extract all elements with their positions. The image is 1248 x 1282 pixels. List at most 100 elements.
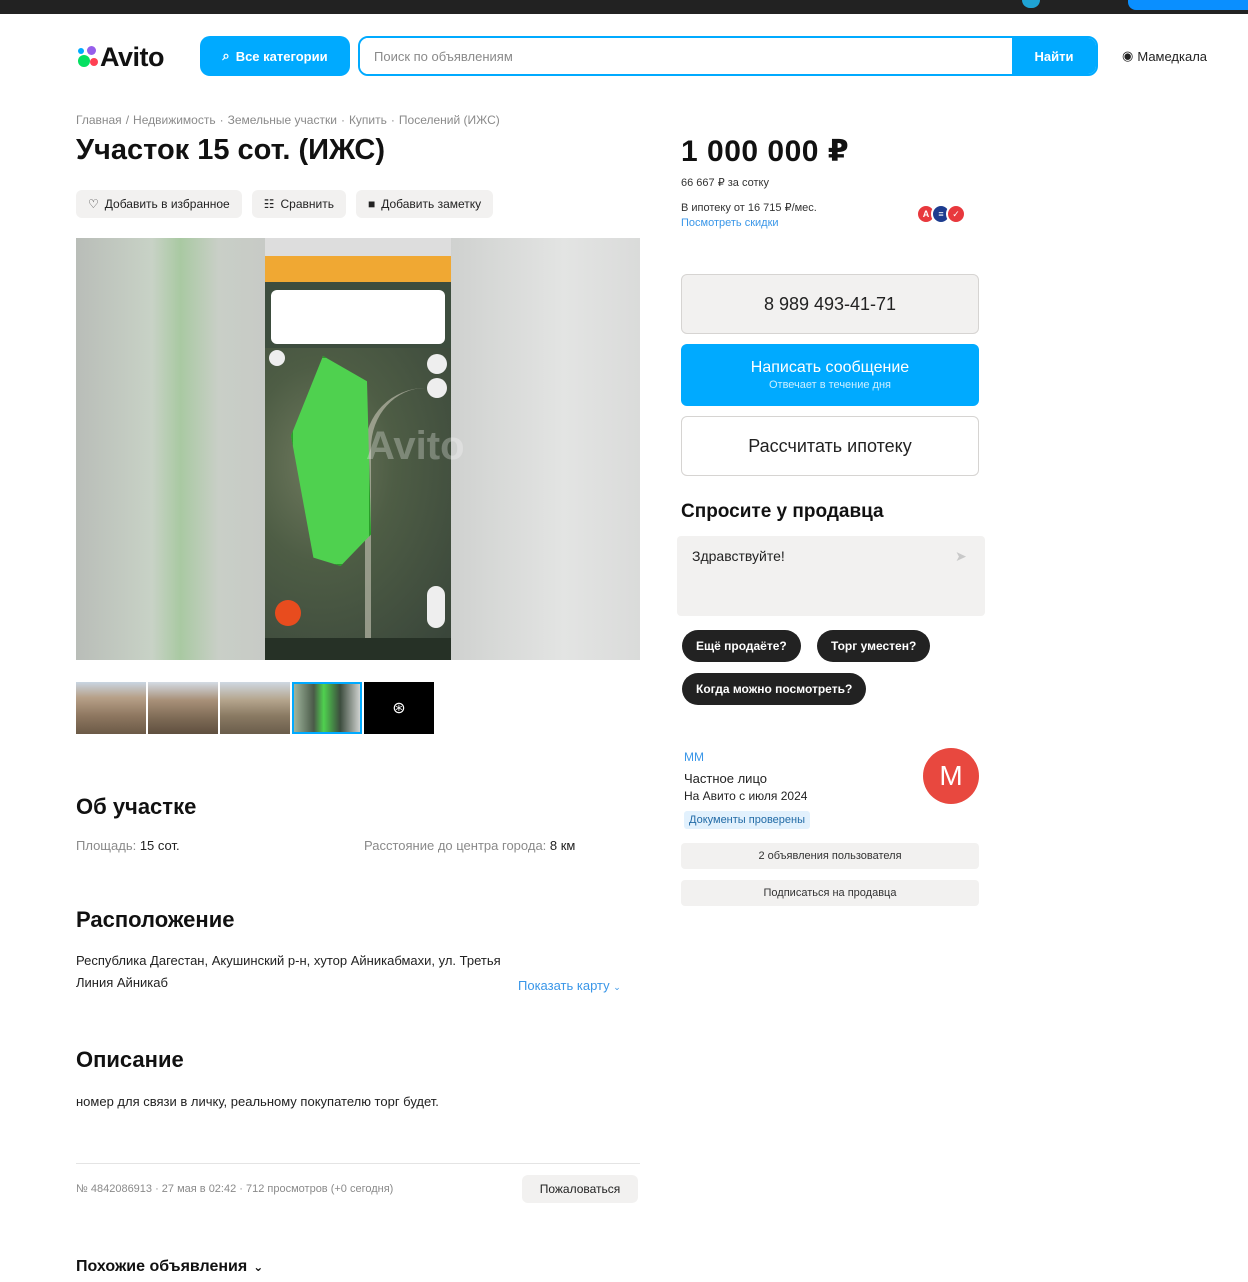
all-categories-button[interactable]: ⌕ Все категории — [200, 36, 350, 76]
breadcrumb-item[interactable]: Купить — [349, 113, 387, 127]
thumbnail[interactable] — [220, 682, 290, 734]
zoom-control-icon — [427, 586, 445, 628]
breadcrumb-separator: · — [219, 113, 224, 127]
bank-logo-icon: ✓ — [946, 204, 966, 224]
area-value: 15 сот. — [139, 838, 180, 853]
price: 1 000 000 ₽ — [681, 135, 850, 168]
top-indicator-icon — [1022, 0, 1040, 8]
breadcrumb-item[interactable]: Земельные участки — [228, 113, 337, 127]
seller-listings-button[interactable]: 2 объявления пользователя — [681, 843, 979, 869]
chevron-down-icon: ⌄ — [253, 1260, 264, 1274]
search-bar: Найти — [358, 36, 1098, 76]
description-text: номер для связи в личку, реальному покуп… — [76, 1094, 439, 1109]
subscribe-seller-button[interactable]: Подписаться на продавца — [681, 880, 979, 906]
param-distance: Расстояние до центра города: 8 км — [364, 838, 575, 853]
fullscreen-icon — [427, 378, 447, 398]
avatar[interactable]: M — [923, 748, 979, 804]
find-button[interactable]: Найти — [1012, 38, 1096, 74]
page-title: Участок 15 сот. (ИЖС) — [76, 134, 386, 166]
param-area: Площадь: 15 сот. — [76, 838, 180, 853]
compare-label: Сравнить — [280, 197, 334, 211]
compare-button[interactable]: ☷ Сравнить — [251, 190, 346, 218]
thumbnail-more[interactable]: ⊛ — [364, 682, 434, 734]
seller-since: На Авито с июля 2024 — [684, 789, 808, 803]
site-header: Avito ⌕ Все категории Найти ◉ Мамедкала — [76, 36, 1226, 78]
compass-icon — [269, 350, 285, 366]
price-per-sotka: 66 667 ₽ за сотку — [681, 177, 769, 189]
description-heading: Описание — [76, 1047, 184, 1072]
bank-logos: А ≡ ✓ — [916, 204, 966, 224]
browser-top-strip — [0, 0, 1248, 14]
area-label: Площадь: — [76, 838, 137, 853]
camera-icon: ⊛ — [392, 700, 406, 717]
favorites-label: Добавить в избранное — [104, 197, 230, 211]
phone-app-bar — [265, 256, 451, 282]
send-icon[interactable]: ➤ — [955, 548, 967, 565]
avito-watermark: Avito — [366, 424, 465, 468]
phone-info-card — [271, 290, 445, 344]
note-label: Добавить заметку — [381, 197, 482, 211]
ask-seller-input[interactable] — [677, 536, 985, 616]
logo-dots-icon — [76, 44, 98, 70]
location-label: Мамедкала — [1137, 48, 1208, 64]
calculate-mortgage-button[interactable]: Рассчитать ипотеку — [681, 416, 979, 476]
thumbnail[interactable] — [148, 682, 218, 734]
quick-question-chip[interactable]: Когда можно посмотреть? — [682, 673, 867, 705]
breadcrumb-separator: · — [390, 113, 395, 127]
search-icon: ⌕ — [222, 48, 230, 63]
report-button[interactable]: Пожаловаться — [522, 1175, 638, 1203]
location-pin-icon: ◉ — [1122, 48, 1134, 63]
location-selector[interactable]: ◉ Мамедкала — [1122, 48, 1207, 64]
listing-actions: ♡ Добавить в избранное ☷ Сравнить ■ Доба… — [76, 190, 494, 218]
thumbnail-active[interactable] — [292, 682, 362, 734]
thumbnail[interactable] — [76, 682, 146, 734]
about-heading: Об участке — [76, 794, 197, 819]
add-note-button[interactable]: ■ Добавить заметку — [355, 190, 494, 218]
location-heading: Расположение — [76, 907, 235, 932]
ask-seller-heading: Спросите у продавца — [681, 501, 884, 522]
main-photo[interactable]: Avito — [76, 238, 640, 660]
similar-listings-toggle[interactable]: Похожие объявления ⌄ — [76, 1258, 263, 1276]
mortgage-info: В ипотеку от 16 715 ₽/мес. — [681, 202, 817, 214]
chevron-down-icon: ⌄ — [613, 982, 621, 992]
heart-icon: ♡ — [88, 197, 99, 211]
breadcrumb: Главная / Недвижимость · Земельные участ… — [76, 113, 500, 127]
breadcrumb-item[interactable]: Главная — [76, 113, 122, 127]
quick-question-chip[interactable]: Ещё продаёте? — [682, 630, 801, 662]
show-map-link[interactable]: Показать карту ⌄ — [518, 978, 621, 993]
phone-status-bar — [265, 238, 451, 256]
divider — [76, 1163, 640, 1164]
listing-meta: № 4842086913 · 27 мая в 02:42 · 712 прос… — [76, 1183, 394, 1195]
all-categories-label: Все категории — [235, 48, 328, 64]
photo-blur-left — [76, 238, 266, 660]
show-map-label: Показать карту — [518, 978, 610, 993]
write-message-label: Написать сообщение — [750, 359, 910, 376]
seller-name-link[interactable]: ММ — [684, 750, 704, 764]
distance-label: Расстояние до центра города: — [364, 838, 547, 853]
ask-seller-box: ➤ — [677, 536, 985, 616]
photo-blur-right — [450, 238, 640, 660]
logo-text: Avito — [100, 41, 165, 72]
compare-icon: ☷ — [263, 197, 275, 211]
breadcrumb-item[interactable]: Поселений (ИЖС) — [399, 113, 500, 127]
photo-thumbnails: ⊛ — [76, 682, 434, 734]
phone-nav-bar — [265, 638, 451, 660]
breadcrumb-item[interactable]: Недвижимость — [133, 113, 216, 127]
breadcrumb-separator: · — [340, 113, 345, 127]
avito-logo[interactable]: Avito — [76, 40, 165, 74]
location-fab-icon — [275, 600, 301, 626]
seller-type: Частное лицо — [684, 771, 767, 786]
top-strip-button[interactable] — [1128, 0, 1248, 10]
add-to-favorites-button[interactable]: ♡ Добавить в избранное — [76, 190, 242, 218]
quick-question-chip[interactable]: Торг уместен? — [817, 630, 931, 662]
view-discounts-link[interactable]: Посмотреть скидки — [681, 217, 779, 229]
layers-icon — [427, 354, 447, 374]
search-input[interactable] — [360, 38, 1012, 74]
write-message-button[interactable]: Написать сообщение Отвечает в течение дн… — [681, 344, 979, 406]
breadcrumb-separator: / — [125, 113, 130, 127]
address-text: Республика Дагестан, Акушинский р-н, хут… — [76, 953, 501, 990]
similar-label: Похожие объявления — [76, 1258, 248, 1275]
documents-verified-badge: Документы проверены — [684, 811, 811, 829]
show-phone-button[interactable]: 8 989 493-41-71 — [681, 274, 979, 334]
response-time: Отвечает в течение дня — [768, 379, 892, 391]
